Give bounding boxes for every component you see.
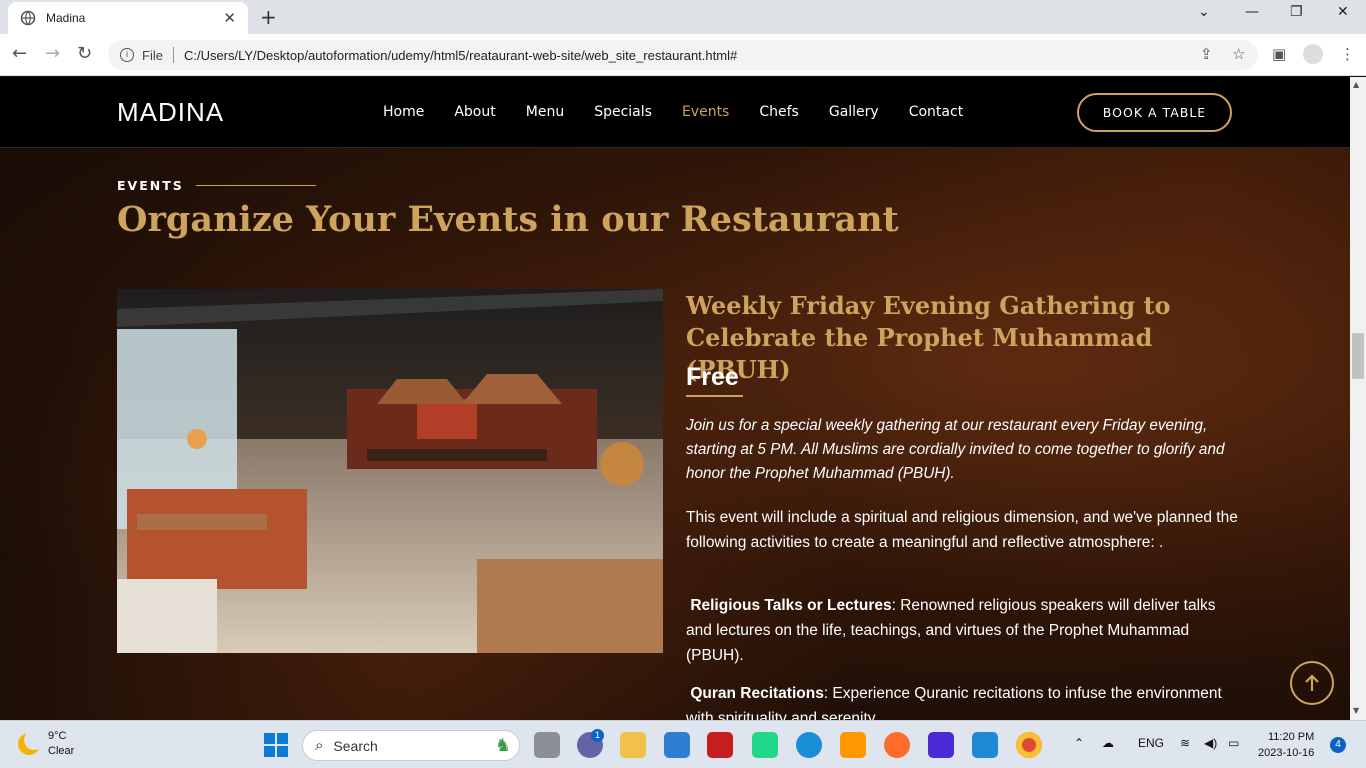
scrollbar-thumb[interactable] xyxy=(1352,333,1364,379)
taskbar: 9°C Clear ⌕ Search ♞ 1 ⌃ ☁ ENG ≋ ◀) ▭ 11… xyxy=(0,720,1366,768)
event-title: Weekly Friday Evening Gathering to Celeb… xyxy=(686,291,1171,384)
restaurant-interior-image xyxy=(117,289,663,653)
globe-icon xyxy=(20,10,36,26)
tab-close-icon[interactable]: ✕ xyxy=(223,9,236,27)
mcafee-icon[interactable] xyxy=(707,732,733,758)
wifi-icon[interactable]: ≋ xyxy=(1180,736,1190,750)
nav-chefs[interactable]: Chefs xyxy=(759,104,798,120)
reload-icon[interactable]: ↻ xyxy=(77,43,92,64)
site-logo[interactable]: MADINA xyxy=(117,97,224,128)
event-price: Free xyxy=(686,363,739,391)
language-indicator[interactable]: ENG xyxy=(1138,736,1164,750)
new-tab-button[interactable]: + xyxy=(260,5,277,29)
vscode-icon[interactable] xyxy=(972,732,998,758)
minimize-button[interactable]: — xyxy=(1245,4,1259,20)
tab-search-icon[interactable]: ⌄ xyxy=(1198,4,1210,20)
store-icon[interactable] xyxy=(664,732,690,758)
url-field[interactable]: i File C:/Users/LY/Desktop/autoformation… xyxy=(108,40,1258,70)
file-label: File xyxy=(142,47,163,63)
tab-title: Madina xyxy=(46,11,86,25)
nav-about[interactable]: About xyxy=(454,104,495,120)
weather-temp: 9°C xyxy=(48,730,67,742)
file-explorer-icon[interactable] xyxy=(620,732,646,758)
side-panel-icon[interactable]: ▣ xyxy=(1272,45,1286,63)
event-intro: Join us for a special weekly gathering a… xyxy=(686,417,1225,482)
nav-specials[interactable]: Specials xyxy=(594,104,652,120)
chrome-icon[interactable] xyxy=(1016,732,1042,758)
firefox-icon[interactable] xyxy=(884,732,910,758)
arrow-up-icon xyxy=(1305,674,1319,691)
volume-icon[interactable]: ◀) xyxy=(1204,736,1217,750)
clock-date: 2023-10-16 xyxy=(1258,747,1315,759)
moon-icon xyxy=(18,730,44,755)
back-arrow-icon[interactable]: ← xyxy=(12,43,27,64)
teams-badge: 1 xyxy=(591,729,604,742)
activity-title: Religious Talks or Lectures xyxy=(690,597,892,614)
intellij-icon[interactable] xyxy=(928,732,954,758)
kebab-menu-icon[interactable]: ⋮ xyxy=(1340,45,1355,63)
sublime-icon[interactable] xyxy=(840,732,866,758)
tray-chevron-icon[interactable]: ⌃ xyxy=(1074,736,1084,750)
window-close-button[interactable]: ✕ xyxy=(1337,4,1349,20)
page-scrollbar[interactable] xyxy=(1350,77,1366,720)
section-label-line xyxy=(195,185,316,186)
weather-condition: Clear xyxy=(48,745,75,757)
browser-tab[interactable]: Madina ✕ xyxy=(8,2,248,34)
battery-icon[interactable]: ▭ xyxy=(1228,736,1239,750)
scroll-up-icon[interactable]: ▲ xyxy=(1353,80,1359,89)
section-label-text: EVENTS xyxy=(117,178,184,193)
web-page: MADINA Home About Menu Specials Events C… xyxy=(0,77,1350,720)
event-photo xyxy=(117,289,663,653)
info-icon[interactable]: i xyxy=(120,48,134,62)
event-description: This event will include a spiritual and … xyxy=(686,509,1238,551)
clock-time: 11:20 PM xyxy=(1268,731,1315,743)
search-placeholder: Search xyxy=(333,737,378,754)
site-header: MADINA Home About Menu Specials Events C… xyxy=(0,77,1350,148)
edge-icon[interactable] xyxy=(796,732,822,758)
taskbar-search[interactable]: ⌕ Search ♞ xyxy=(302,730,520,761)
section-title: Organize Your Events in our Restaurant xyxy=(117,199,899,240)
nav-gallery[interactable]: Gallery xyxy=(829,104,879,120)
profile-avatar[interactable] xyxy=(1303,44,1323,64)
activity-title: Quran Recitations xyxy=(690,685,824,702)
clock[interactable]: 11:20 PM 2023-10-16 xyxy=(1258,729,1314,761)
back-to-top-button[interactable] xyxy=(1290,661,1334,705)
share-icon[interactable]: ⇪ xyxy=(1200,45,1213,63)
restore-button[interactable]: ❐ xyxy=(1290,4,1303,20)
bookmark-star-icon[interactable]: ☆ xyxy=(1232,45,1245,63)
nav-menu[interactable]: Menu xyxy=(526,104,564,120)
book-table-button[interactable]: BOOK A TABLE xyxy=(1077,93,1232,132)
divider xyxy=(172,47,174,63)
task-view-icon[interactable] xyxy=(534,732,560,758)
scroll-down-icon[interactable]: ▼ xyxy=(1353,706,1359,715)
nav-events[interactable]: Events xyxy=(682,104,729,120)
search-icon: ⌕ xyxy=(315,737,324,754)
pycharm-icon[interactable] xyxy=(752,732,778,758)
section-label: EVENTS xyxy=(117,178,316,193)
address-bar: ← → ↻ i File C:/Users/LY/Desktop/autofor… xyxy=(0,34,1366,76)
notification-badge[interactable]: 4 xyxy=(1330,737,1346,753)
url-text: C:/Users/LY/Desktop/autoformation/udemy/… xyxy=(183,47,738,63)
main-nav: Home About Menu Specials Events Chefs Ga… xyxy=(383,104,993,120)
weather-widget[interactable]: 9°C Clear xyxy=(18,729,74,759)
activity-item: Religious Talks or Lectures: Renowned re… xyxy=(686,593,1241,668)
activity-item: Quran Recitations: Experience Quranic re… xyxy=(686,681,1241,720)
forward-arrow-icon[interactable]: → xyxy=(45,43,60,64)
nav-home[interactable]: Home xyxy=(383,104,424,120)
windows-start-icon[interactable] xyxy=(264,733,288,757)
price-underline xyxy=(686,395,743,397)
onedrive-icon[interactable]: ☁ xyxy=(1102,736,1114,750)
dragon-icon: ♞ xyxy=(494,735,511,755)
nav-contact[interactable]: Contact xyxy=(909,104,963,120)
browser-tab-bar: Madina ✕ + ⌄ — ❐ ✕ xyxy=(0,0,1366,34)
